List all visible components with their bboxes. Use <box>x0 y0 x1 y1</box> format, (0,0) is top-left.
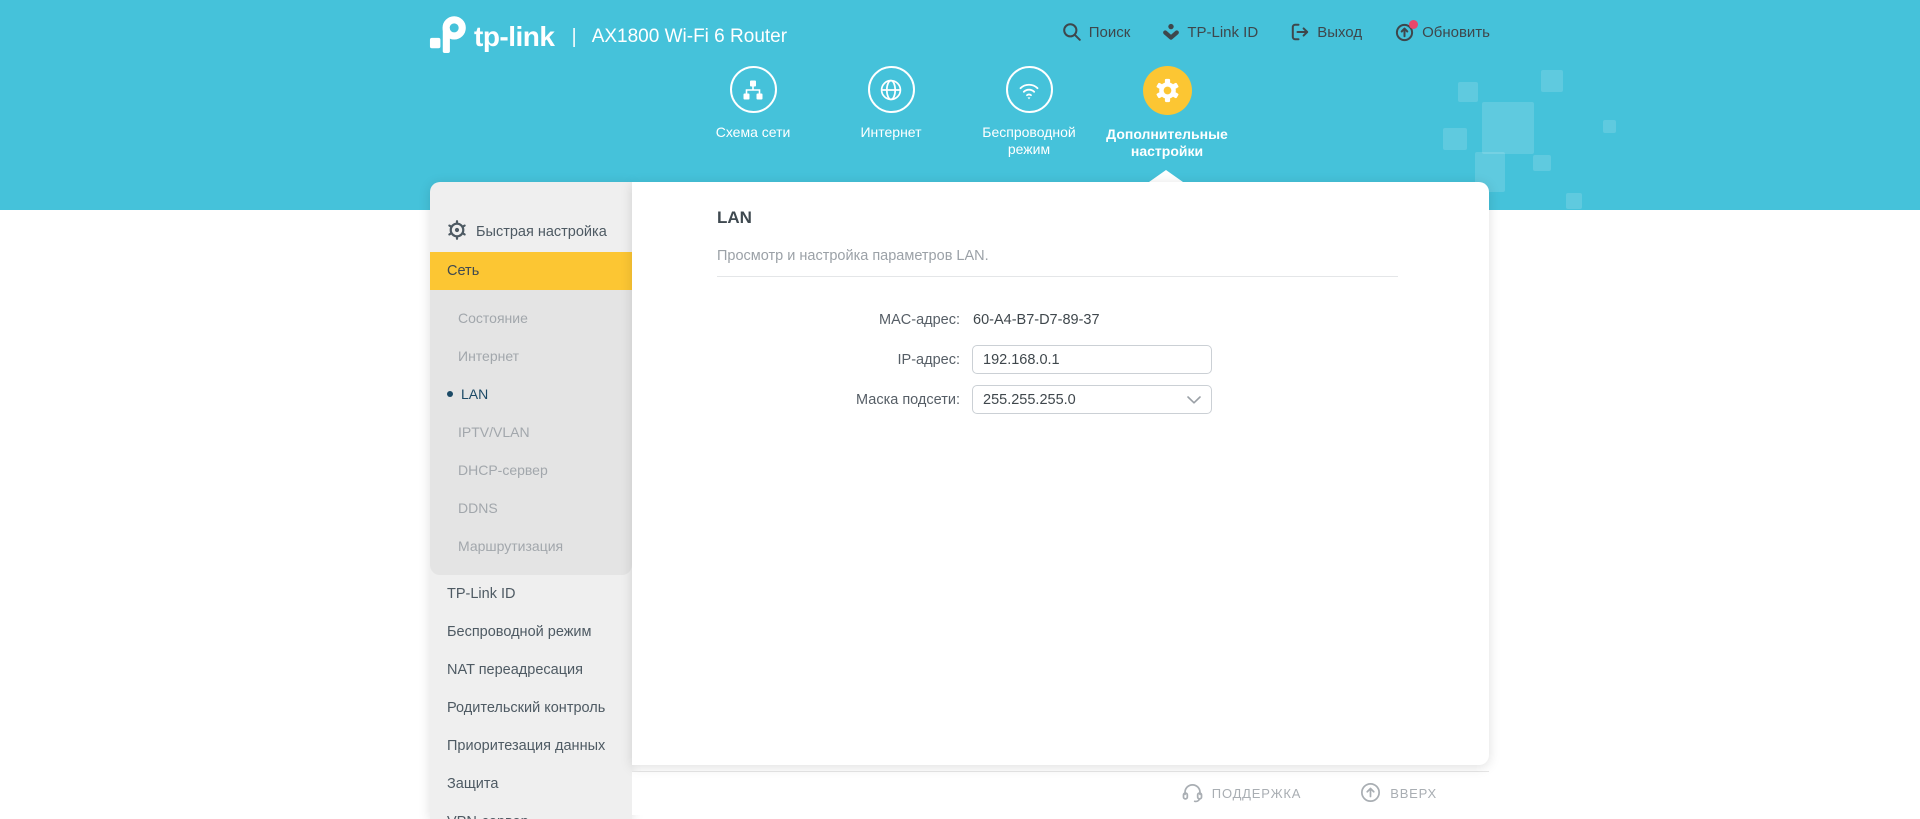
search-icon <box>1062 22 1082 42</box>
subnet-mask-row: Маска подсети: 255.255.255.0 <box>717 385 1398 414</box>
sidebar: Быстрая настройка Сеть Состояние Интерне… <box>430 182 632 819</box>
support-label: ПОДДЕРЖКА <box>1212 786 1301 801</box>
sidebar-item-parental-controls[interactable]: Родительский контроль <box>430 689 632 727</box>
page-subtitle: Просмотр и настройка параметров LAN. <box>717 248 1398 277</box>
subnet-mask-label: Маска подсети: <box>717 392 972 408</box>
mac-address-label: MAC-адрес: <box>717 312 972 328</box>
product-name: AX1800 Wi-Fi 6 Router <box>592 26 787 48</box>
back-to-top-label: ВВЕРХ <box>1390 786 1437 801</box>
sidebar-item-security[interactable]: Защита <box>430 765 632 803</box>
brand-block: tp-link | AX1800 Wi-Fi 6 Router <box>429 14 787 60</box>
network-submenu: Состояние Интернет LAN IPTV/VLAN DHCP-се… <box>430 290 632 575</box>
chevron-down-icon <box>1187 392 1201 408</box>
update-button[interactable]: Обновить <box>1394 22 1490 43</box>
mac-address-value: 60-A4-B7-D7-89-37 <box>973 312 1100 328</box>
sidebar-item-label: NAT переадресация <box>447 662 583 678</box>
sidebar-item-wireless[interactable]: Беспроводной режим <box>430 613 632 651</box>
bottom-bar: ПОДДЕРЖКА ВВЕРХ <box>632 771 1489 815</box>
tab-label: Интернет <box>860 124 921 141</box>
sidebar-item-label: Родительский контроль <box>447 700 605 716</box>
submenu-item-label: DDNS <box>458 500 498 516</box>
support-button[interactable]: ПОДДЕРЖКА <box>1181 781 1301 807</box>
submenu-item-label: IPTV/VLAN <box>458 424 530 440</box>
network-map-icon <box>730 66 777 113</box>
submenu-item-routing[interactable]: Маршрутизация <box>430 527 632 565</box>
sidebar-item-label: Приоритезация данных <box>447 738 605 754</box>
page-title: LAN <box>717 208 1398 228</box>
tab-wireless[interactable]: Беспроводной режим <box>960 66 1098 160</box>
brand-separator: | <box>572 26 577 49</box>
sidebar-item-network[interactable]: Сеть <box>430 252 632 290</box>
lan-form: MAC-адрес: 60-A4-B7-D7-89-37 IP-адрес: М… <box>717 305 1398 414</box>
sidebar-item-label: Быстрая настройка <box>476 224 607 240</box>
mac-address-row: MAC-адрес: 60-A4-B7-D7-89-37 <box>717 305 1398 334</box>
ip-address-label: IP-адрес: <box>717 352 972 368</box>
submenu-item-label: Состояние <box>458 310 528 326</box>
advanced-gear-icon <box>1143 66 1192 115</box>
submenu-item-label: Интернет <box>458 348 519 364</box>
sidebar-sections: TP-Link ID Беспроводной режим NAT переад… <box>430 575 632 819</box>
active-bullet-icon <box>447 391 453 397</box>
main-nav-tabs: Схема сети Интернет Беспроводной режим Д… <box>684 66 1236 160</box>
quick-setup-gear-icon <box>447 220 467 244</box>
sidebar-item-label: TP-Link ID <box>447 586 516 602</box>
logout-label: Выход <box>1317 24 1362 41</box>
ip-address-input[interactable] <box>972 345 1212 374</box>
submenu-item-internet[interactable]: Интернет <box>430 337 632 375</box>
internet-globe-icon <box>868 66 915 113</box>
submenu-item-label: DHCP-сервер <box>458 462 548 478</box>
main-panel: Быстрая настройка Сеть Состояние Интерне… <box>430 182 1489 819</box>
submenu-item-iptv-vlan[interactable]: IPTV/VLAN <box>430 413 632 451</box>
submenu-item-label: Маршрутизация <box>458 538 563 554</box>
sidebar-item-label: VPN-сервер <box>447 814 529 819</box>
brand-name: tp-link <box>474 21 555 53</box>
sidebar-item-label: Сеть <box>447 263 479 279</box>
active-tab-pointer <box>1149 170 1183 182</box>
router-admin-screen: tp-link | AX1800 Wi-Fi 6 Router Поиск TP… <box>0 0 1920 819</box>
subnet-mask-select[interactable]: 255.255.255.0 <box>972 385 1212 414</box>
tab-label: Схема сети <box>716 124 791 141</box>
up-arrow-circle-icon <box>1359 781 1382 807</box>
logout-button[interactable]: Выход <box>1290 22 1362 42</box>
headset-icon <box>1181 781 1204 807</box>
sidebar-item-quick-setup[interactable]: Быстрая настройка <box>430 212 632 252</box>
search-button[interactable]: Поиск <box>1062 22 1131 42</box>
submenu-item-status[interactable]: Состояние <box>430 299 632 337</box>
tab-label: Беспроводной режим <box>960 124 1098 158</box>
back-to-top-button[interactable]: ВВЕРХ <box>1359 781 1437 807</box>
tab-internet[interactable]: Интернет <box>822 66 960 160</box>
search-label: Поиск <box>1089 24 1131 41</box>
top-banner: tp-link | AX1800 Wi-Fi 6 Router Поиск TP… <box>0 0 1920 210</box>
subnet-mask-value: 255.255.255.0 <box>983 392 1076 408</box>
sidebar-item-nat-forwarding[interactable]: NAT переадресация <box>430 651 632 689</box>
tab-network-map[interactable]: Схема сети <box>684 66 822 160</box>
sidebar-item-vpn-server[interactable]: VPN-сервер <box>430 803 632 819</box>
tplink-id-button[interactable]: TP-Link ID <box>1162 22 1258 42</box>
update-badge <box>1409 20 1418 29</box>
submenu-item-dhcp-server[interactable]: DHCP-сервер <box>430 451 632 489</box>
sidebar-item-tplink-id[interactable]: TP-Link ID <box>430 575 632 613</box>
sidebar-item-label: Беспроводной режим <box>447 624 592 640</box>
content-column: LAN Просмотр и настройка параметров LAN.… <box>632 182 1489 819</box>
tp-link-logo-icon <box>429 14 467 61</box>
lan-settings-card: LAN Просмотр и настройка параметров LAN.… <box>632 182 1489 765</box>
user-icon <box>1162 22 1180 42</box>
submenu-item-label: LAN <box>461 386 488 402</box>
logout-icon <box>1290 22 1310 42</box>
tab-advanced-settings[interactable]: Дополнительные настройки <box>1098 66 1236 160</box>
tplink-id-label: TP-Link ID <box>1187 24 1258 41</box>
submenu-item-ddns[interactable]: DDNS <box>430 489 632 527</box>
submenu-item-lan[interactable]: LAN <box>430 375 632 413</box>
tab-label: Дополнительные настройки <box>1098 126 1236 160</box>
sidebar-item-label: Защита <box>447 776 498 792</box>
update-icon <box>1394 22 1415 43</box>
update-label: Обновить <box>1422 24 1490 41</box>
sidebar-item-qos[interactable]: Приоритезация данных <box>430 727 632 765</box>
ip-address-row: IP-адрес: <box>717 345 1398 374</box>
wireless-icon <box>1006 66 1053 113</box>
header-actions: Поиск TP-Link ID Выход Обновить <box>1062 0 1490 64</box>
